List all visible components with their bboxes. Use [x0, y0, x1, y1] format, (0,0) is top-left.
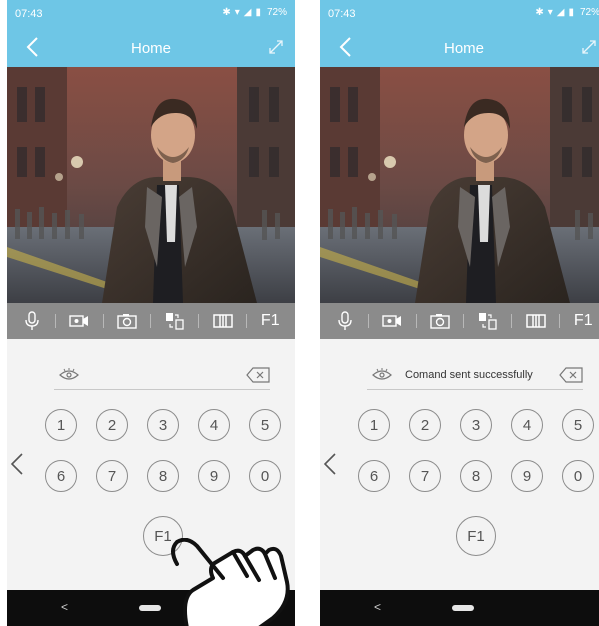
expand-icon [582, 40, 596, 54]
snapshot-button[interactable] [426, 308, 454, 334]
key-9[interactable]: 9 [511, 460, 543, 492]
tap-hand-icon [171, 538, 290, 626]
command-panel: Comand sent successfully 1 2 3 4 5 6 7 8… [320, 339, 599, 590]
wifi-icon: ▾ [234, 7, 240, 18]
key-7[interactable]: 7 [96, 460, 128, 492]
microphone-icon [337, 311, 352, 330]
key-6[interactable]: 6 [358, 460, 390, 492]
switch-camera-icon [478, 313, 497, 330]
gate-icon [212, 314, 233, 328]
gate-button[interactable] [522, 308, 550, 334]
status-time: 07:43 [328, 8, 356, 20]
key-0[interactable]: 0 [562, 460, 594, 492]
eye-icon[interactable] [372, 368, 392, 382]
numeric-keypad: 1 2 3 4 5 6 7 8 9 0 [45, 409, 281, 511]
status-bar: 07:43 ✱ ▾ ◢ ▮ 72% [320, 0, 599, 28]
backspace-icon[interactable] [559, 367, 583, 383]
microphone-icon [24, 311, 39, 330]
f1-toolbar-button[interactable]: F1 [569, 308, 597, 334]
command-input-value: Comand sent successfully [405, 369, 533, 381]
video-record-icon [382, 315, 402, 327]
page-title: Home [443, 40, 484, 57]
battery-level: 72% [266, 7, 287, 18]
eye-icon[interactable] [59, 368, 79, 382]
video-record-icon [69, 315, 89, 327]
key-5[interactable]: 5 [249, 409, 281, 441]
phone-screen-right: 07:43 ✱ ▾ ◢ ▮ 72% Home F1 Comand sent su… [320, 0, 599, 626]
microphone-button[interactable] [331, 308, 359, 334]
video-toolbar: F1 [320, 303, 599, 339]
status-time: 07:43 [15, 8, 43, 20]
expand-button[interactable] [267, 38, 285, 56]
key-6[interactable]: 6 [45, 460, 77, 492]
battery-icon: ▮ [255, 7, 261, 18]
app-header: 07:43 ✱ ▾ ◢ ▮ 72% Home [320, 0, 599, 67]
nav-home-pill[interactable] [139, 605, 161, 611]
backspace-icon[interactable] [246, 367, 270, 383]
key-9[interactable]: 9 [198, 460, 230, 492]
key-3[interactable]: 3 [460, 409, 492, 441]
key-5[interactable]: 5 [562, 409, 594, 441]
android-nav-bar: < [320, 590, 599, 626]
gate-icon [525, 314, 546, 328]
camera-icon [430, 314, 450, 329]
key-7[interactable]: 7 [409, 460, 441, 492]
numeric-keypad: 1 2 3 4 5 6 7 8 9 0 [358, 409, 594, 511]
status-bar: 07:43 ✱ ▾ ◢ ▮ 72% [7, 0, 295, 28]
wifi-icon: ▾ [547, 7, 553, 18]
camera-icon [117, 314, 137, 329]
key-3[interactable]: 3 [147, 409, 179, 441]
key-0[interactable]: 0 [249, 460, 281, 492]
key-8[interactable]: 8 [460, 460, 492, 492]
signal-icon: ◢ [556, 7, 565, 18]
f1-toolbar-button[interactable]: F1 [256, 308, 284, 334]
record-video-button[interactable] [378, 308, 406, 334]
switch-camera-icon [165, 313, 184, 330]
chevron-left-icon [10, 453, 23, 475]
battery-icon: ▮ [568, 7, 574, 18]
app-header: 07:43 ✱ ▾ ◢ ▮ 72% Home [7, 0, 295, 67]
key-4[interactable]: 4 [511, 409, 543, 441]
phone-screen-left: 07:43 ✱ ▾ ◢ ▮ 72% Home F1 1 2 3 4 5 6 7 … [7, 0, 295, 626]
bluetooth-icon: ✱ [535, 7, 544, 18]
expand-button[interactable] [580, 38, 598, 56]
camera-video-feed [7, 67, 295, 303]
snapshot-button[interactable] [113, 308, 141, 334]
previous-page-button[interactable] [10, 452, 28, 480]
key-2[interactable]: 2 [96, 409, 128, 441]
expand-icon [269, 40, 283, 54]
command-input-field[interactable]: Comand sent successfully [367, 364, 583, 390]
bluetooth-icon: ✱ [222, 7, 231, 18]
f1-key[interactable]: F1 [456, 516, 496, 556]
camera-video-feed [320, 67, 599, 303]
signal-icon: ◢ [243, 7, 252, 18]
previous-page-button[interactable] [323, 452, 341, 480]
microphone-button[interactable] [18, 308, 46, 334]
key-1[interactable]: 1 [45, 409, 77, 441]
key-2[interactable]: 2 [409, 409, 441, 441]
battery-level: 72% [579, 7, 599, 18]
nav-back-icon[interactable]: < [61, 600, 68, 614]
chevron-left-icon [323, 453, 336, 475]
page-title: Home [130, 40, 171, 57]
gate-button[interactable] [209, 308, 237, 334]
command-input-field[interactable] [54, 364, 270, 390]
key-1[interactable]: 1 [358, 409, 390, 441]
switch-camera-button[interactable] [161, 308, 189, 334]
record-video-button[interactable] [65, 308, 93, 334]
key-8[interactable]: 8 [147, 460, 179, 492]
key-4[interactable]: 4 [198, 409, 230, 441]
nav-back-icon[interactable]: < [374, 600, 381, 614]
nav-home-pill[interactable] [452, 605, 474, 611]
switch-camera-button[interactable] [474, 308, 502, 334]
video-toolbar: F1 [7, 303, 295, 339]
